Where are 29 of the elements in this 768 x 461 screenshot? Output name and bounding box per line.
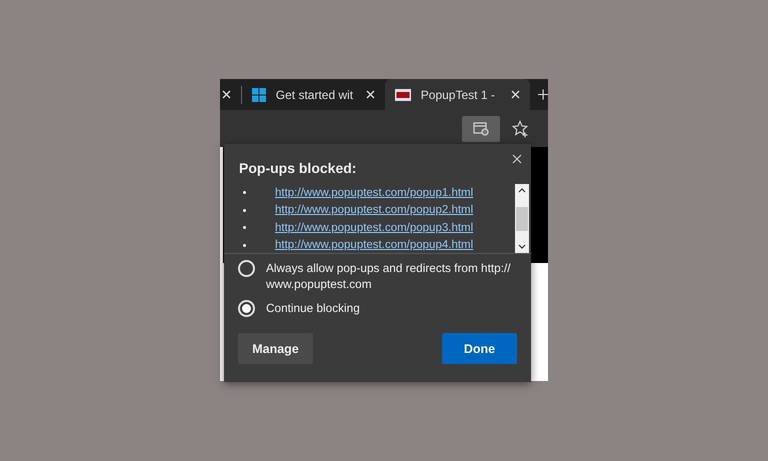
radio-button[interactable] xyxy=(238,300,255,317)
popup-link[interactable]: http://www.popuptest.com/popup2.html xyxy=(275,204,474,216)
manage-button[interactable]: Manage xyxy=(238,333,313,364)
bullet-icon xyxy=(243,226,246,230)
close-tab-icon[interactable] xyxy=(366,90,375,99)
close-tab-icon[interactable] xyxy=(510,90,520,99)
scrollbar[interactable] xyxy=(515,184,529,253)
new-tab-icon[interactable] xyxy=(538,88,548,101)
bullet-icon xyxy=(243,244,246,247)
option-label: Continue blocking xyxy=(266,300,361,316)
browser-tab[interactable]: PopupTest 1 - xyxy=(384,79,530,110)
browser-tab[interactable]: Get started wit xyxy=(252,79,385,110)
scroll-down-icon[interactable] xyxy=(518,244,526,250)
popup-blocked-icon[interactable] xyxy=(462,116,500,142)
scroll-up-icon[interactable] xyxy=(518,187,526,193)
favicon-icon xyxy=(394,88,411,100)
close-tab-icon[interactable] xyxy=(222,90,231,99)
done-button[interactable]: Done xyxy=(442,333,517,364)
radio-button[interactable] xyxy=(238,260,255,277)
windows-logo-icon xyxy=(252,88,266,102)
close-icon[interactable] xyxy=(512,154,522,164)
favorite-star-icon[interactable] xyxy=(512,120,530,138)
option-label: Always allow pop-ups and redirects from http:// www.popuptest.com xyxy=(266,260,512,292)
popup-link[interactable]: http://www.popuptest.com/popup4.html xyxy=(275,239,474,252)
popup-link[interactable]: http://www.popuptest.com/popup1.html xyxy=(275,186,474,199)
popup-link[interactable]: http://www.popuptest.com/popup3.html xyxy=(275,222,474,234)
bullet-icon xyxy=(243,208,246,212)
popup-title: Pop-ups blocked: xyxy=(239,160,356,176)
bullet-icon xyxy=(243,191,246,194)
